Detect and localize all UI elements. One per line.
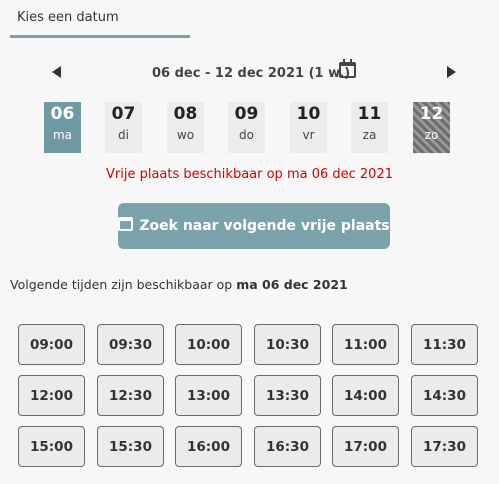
day-number: 08 <box>173 104 198 124</box>
search-next-free-slot-button[interactable]: Zoek naar volgende vrije plaats <box>118 203 390 249</box>
day-3[interactable]: 09 do <box>228 102 265 153</box>
time-slot-button[interactable]: 14:30 <box>411 375 478 416</box>
day-number: 09 <box>234 104 259 124</box>
time-slot-button[interactable]: 09:00 <box>18 324 85 365</box>
day-number: 12 <box>419 104 444 124</box>
time-slot-button[interactable]: 16:00 <box>175 426 242 467</box>
day-weekday: ma <box>52 128 73 142</box>
availability-message: Vrije plaats beschikbaar op ma 06 dec 20… <box>106 167 393 182</box>
time-slot-button[interactable]: 11:30 <box>411 324 478 365</box>
search-button-label: Zoek naar volgende vrije plaats <box>139 218 390 234</box>
day-weekday: za <box>362 128 377 142</box>
time-slot-button[interactable]: 16:30 <box>254 426 321 467</box>
times-label-prefix: Volgende tijden zijn beschikbaar op <box>10 277 237 292</box>
day-selector: 06 ma 07 di 08 wo 09 do 10 vr 11 za 12 z… <box>0 102 499 154</box>
day-number: 10 <box>296 104 321 124</box>
time-slot-button[interactable]: 15:00 <box>18 426 85 467</box>
day-4[interactable]: 10 vr <box>290 102 327 153</box>
time-slot-button[interactable]: 15:30 <box>97 426 164 467</box>
time-slot-button[interactable]: 10:30 <box>254 324 321 365</box>
week-navigation: 06 dec - 12 dec 2021 (1 w.) <box>0 59 499 86</box>
time-slot-button[interactable]: 17:30 <box>411 426 478 467</box>
day-weekday: zo <box>424 128 439 142</box>
day-2[interactable]: 08 wo <box>167 102 204 153</box>
tab-choose-date[interactable]: Kies een datum <box>10 0 190 38</box>
day-6: 12 zo <box>413 102 450 153</box>
time-slot-button[interactable]: 11:00 <box>332 324 399 365</box>
times-label-date: ma 06 dec 2021 <box>236 277 348 292</box>
week-range: 06 dec - 12 dec 2021 (1 w.) <box>152 66 351 81</box>
time-slot-button[interactable]: 13:30 <box>254 375 321 416</box>
time-slot-button[interactable]: 12:00 <box>18 375 85 416</box>
time-slot-button[interactable]: 09:30 <box>97 324 164 365</box>
available-times-label: Volgende tijden zijn beschikbaar op ma 0… <box>10 277 348 292</box>
day-weekday: do <box>239 128 254 142</box>
calendar-icon <box>118 217 134 231</box>
time-slot-button[interactable]: 14:00 <box>332 375 399 416</box>
day-weekday: vr <box>302 128 315 142</box>
time-slot-button[interactable]: 17:00 <box>332 426 399 467</box>
day-number: 07 <box>111 104 136 124</box>
day-number: 06 <box>50 104 75 124</box>
day-0[interactable]: 06 ma <box>44 102 81 153</box>
previous-week-arrow-icon[interactable] <box>52 66 61 78</box>
day-weekday: wo <box>176 128 195 142</box>
tab-choose-date-label: Kies een datum <box>17 10 119 25</box>
time-slot-button[interactable]: 13:00 <box>175 375 242 416</box>
day-1[interactable]: 07 di <box>105 102 142 153</box>
day-number: 11 <box>357 104 382 124</box>
time-slot-button[interactable]: 12:30 <box>97 375 164 416</box>
day-5[interactable]: 11 za <box>351 102 388 153</box>
day-weekday: di <box>118 128 129 142</box>
calendar-icon[interactable] <box>339 59 356 78</box>
time-slot-button[interactable]: 10:00 <box>175 324 242 365</box>
next-week-arrow-icon[interactable] <box>447 66 456 78</box>
